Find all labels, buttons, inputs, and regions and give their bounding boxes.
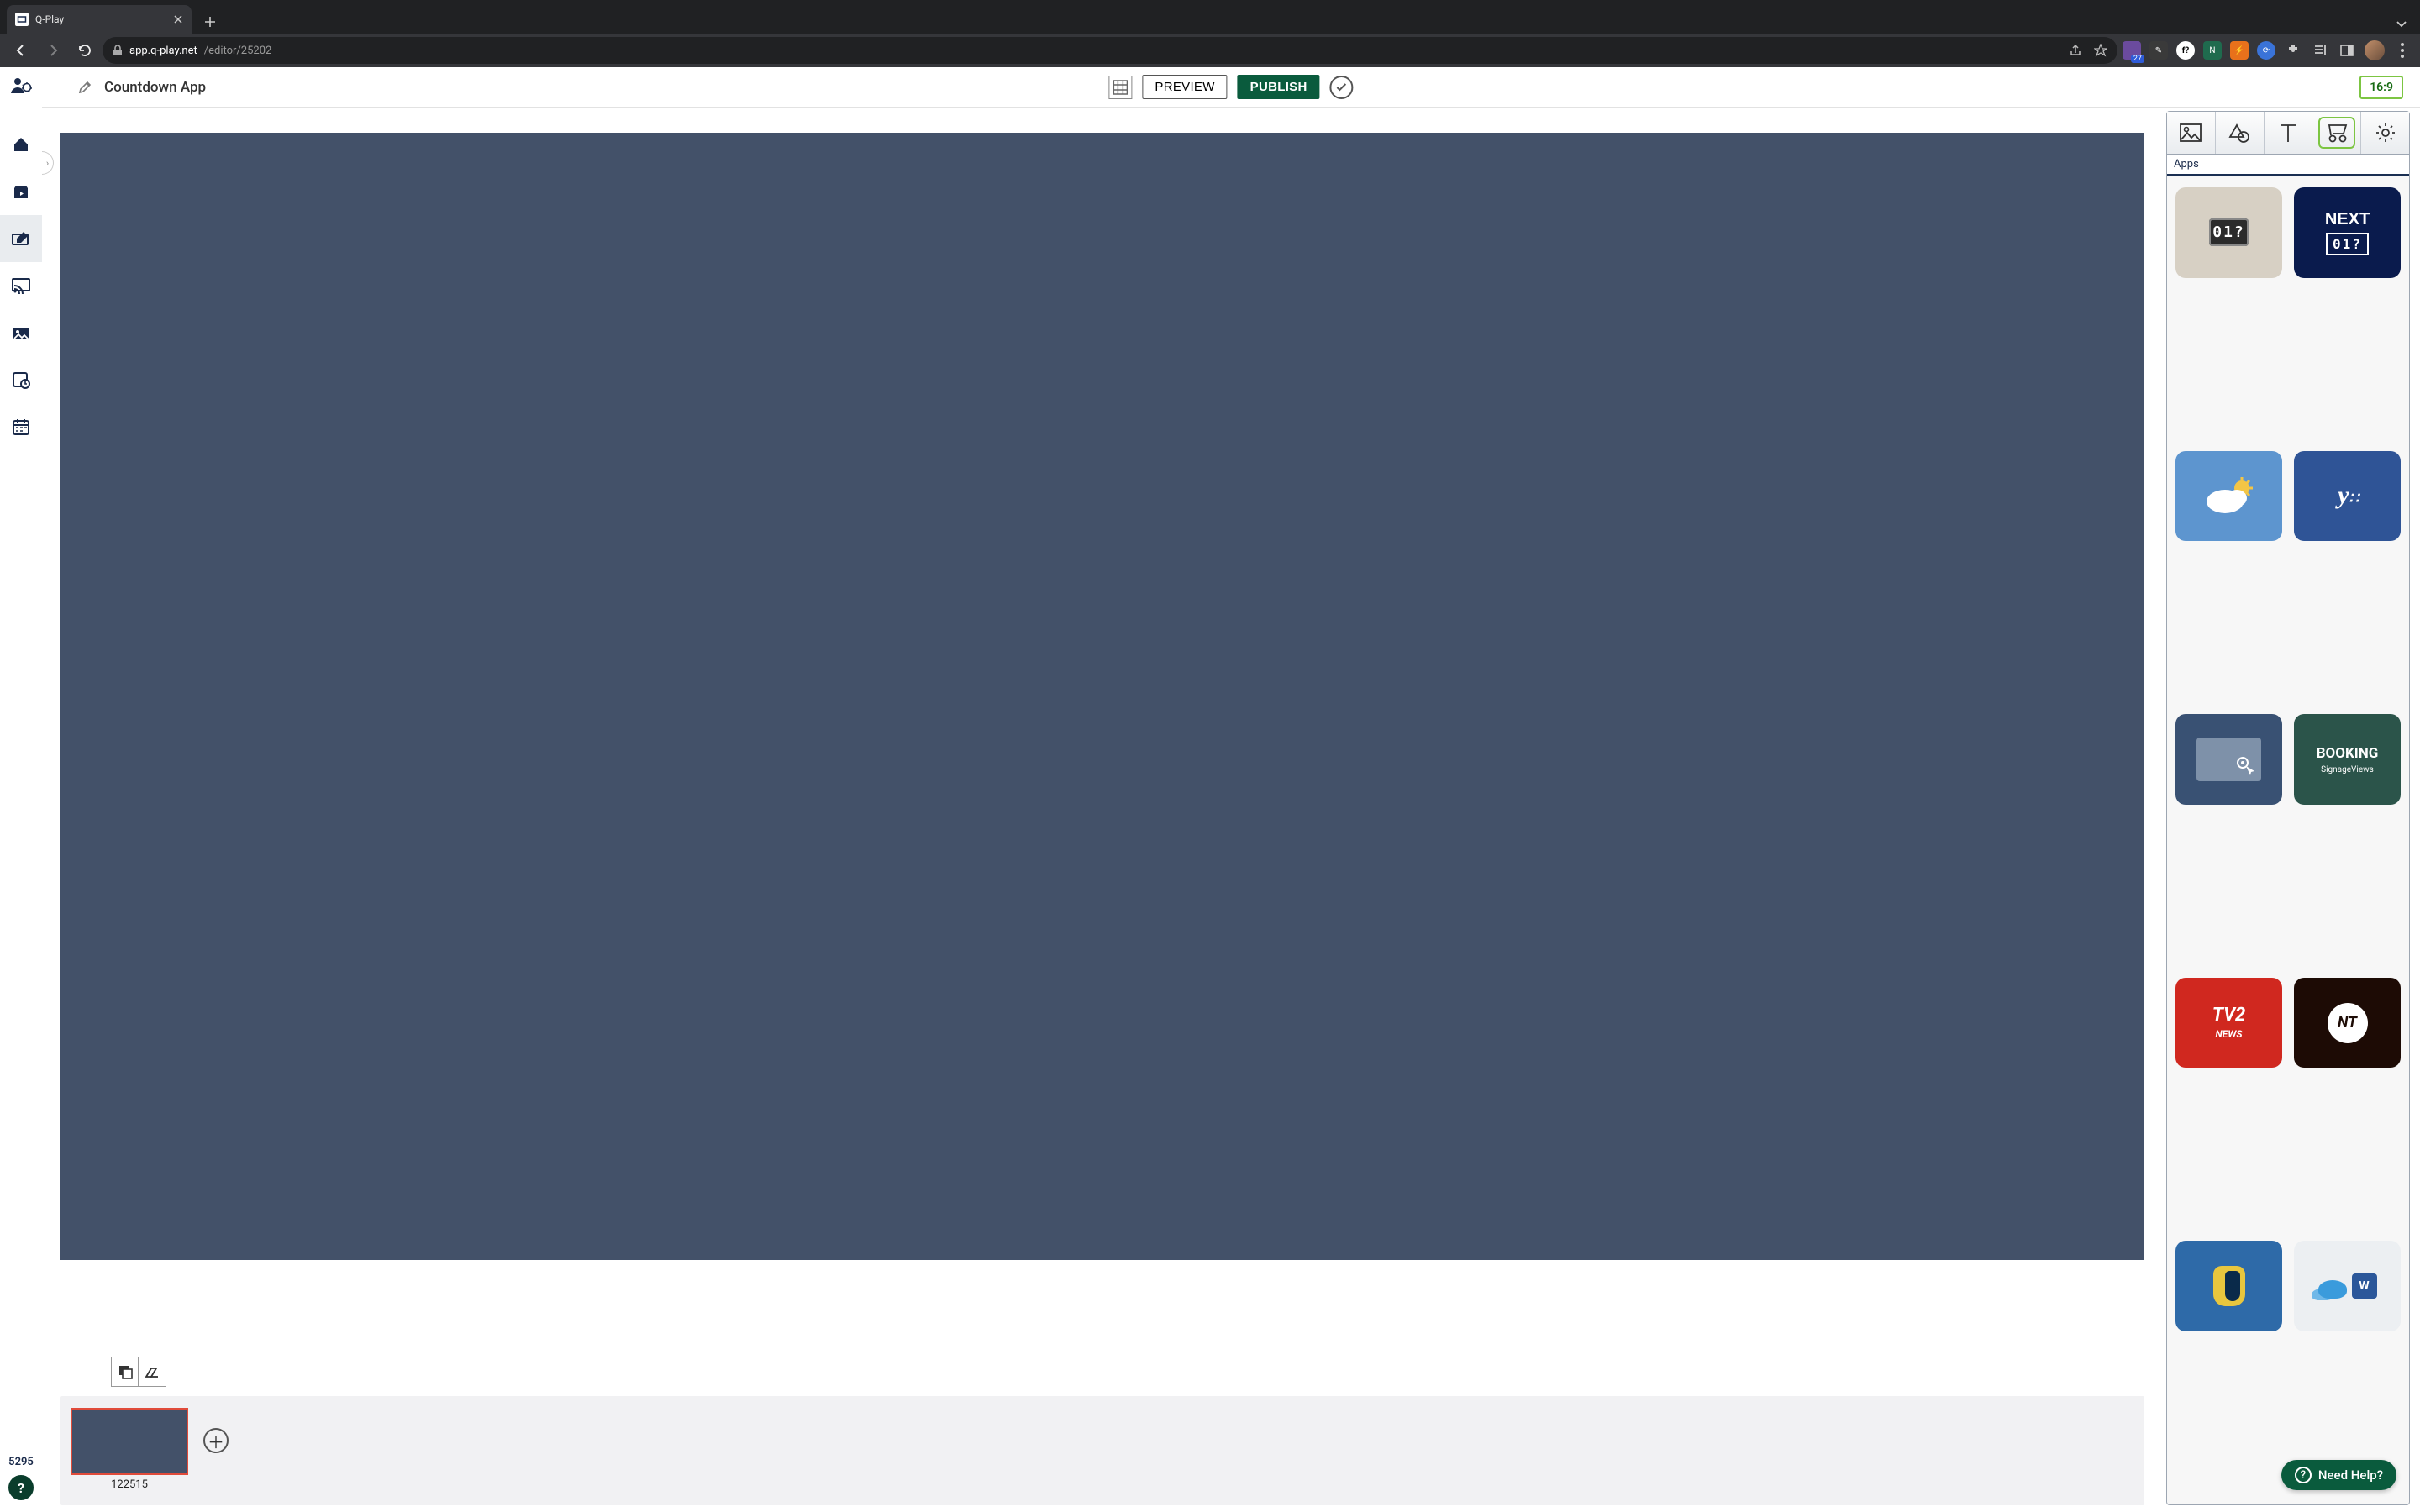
duplicate-slide-icon[interactable] bbox=[112, 1357, 139, 1386]
next-digits: 01? bbox=[2326, 233, 2369, 255]
word-icon: W bbox=[2352, 1273, 2377, 1299]
session-id: 5295 bbox=[8, 1456, 34, 1468]
tab-apps[interactable] bbox=[2312, 112, 2361, 154]
address-bar: app.q-play.net/editor/25202 ✎ f? N ⚡ ⟳ bbox=[0, 34, 2420, 67]
new-tab-button[interactable] bbox=[198, 10, 222, 34]
publish-button[interactable]: PUBLISH bbox=[1238, 75, 1320, 99]
close-tab-icon[interactable] bbox=[173, 14, 183, 24]
tab-images[interactable] bbox=[2167, 112, 2216, 154]
extension-blue[interactable]: ⟳ bbox=[2257, 41, 2275, 60]
right-panel: Apps 01? NEXT 01? bbox=[2166, 111, 2410, 1505]
main-area: Countdown App PREVIEW PUBLISH 16:9 bbox=[42, 67, 2420, 1512]
grid-toggle[interactable] bbox=[1108, 76, 1132, 99]
extension-n[interactable]: N bbox=[2203, 41, 2222, 60]
user-settings-icon[interactable] bbox=[3, 72, 39, 97]
reload-button[interactable] bbox=[71, 36, 99, 65]
nt-label: NT bbox=[2328, 1003, 2368, 1043]
slide-thumb-1[interactable]: 122515 bbox=[71, 1408, 188, 1491]
browser-chrome: Q-Play app.q-play.net/editor/25202 ✎ bbox=[0, 0, 2420, 67]
tab-settings[interactable] bbox=[2361, 112, 2409, 154]
slide-thumbnails: 122515 ＋ bbox=[60, 1396, 2144, 1505]
extensions-menu-icon[interactable] bbox=[2284, 41, 2302, 60]
tab-shapes[interactable] bbox=[2216, 112, 2265, 154]
app-tile-tv2news[interactable]: TV2 NEWS bbox=[2175, 978, 2282, 1068]
rail-editor[interactable] bbox=[0, 215, 42, 262]
office-icons: W bbox=[2318, 1273, 2377, 1299]
app-tile-nt[interactable]: NT bbox=[2294, 978, 2401, 1068]
rail-cast[interactable] bbox=[0, 262, 42, 309]
slide-thumb-label: 122515 bbox=[111, 1478, 148, 1491]
panel-section-title: Apps bbox=[2167, 155, 2409, 176]
url-host: app.q-play.net bbox=[129, 45, 197, 57]
booking-title: BOOKING bbox=[2317, 745, 2379, 762]
app-tile-idea[interactable] bbox=[2175, 1241, 2282, 1331]
back-button[interactable] bbox=[7, 36, 35, 65]
editor-canvas[interactable] bbox=[60, 133, 2144, 1260]
side-panel-icon[interactable] bbox=[2338, 41, 2356, 60]
help-fab[interactable]: ? bbox=[8, 1475, 34, 1500]
extension-orange[interactable]: ⚡ bbox=[2230, 41, 2249, 60]
apps-grid[interactable]: 01? NEXT 01? bbox=[2167, 176, 2409, 1504]
app-tile-office[interactable]: W bbox=[2294, 1241, 2401, 1331]
tab-title: Q-Play bbox=[35, 13, 64, 25]
url-path: /editor/25202 bbox=[204, 45, 272, 57]
bookmark-star-icon[interactable] bbox=[2094, 44, 2107, 57]
status-check-icon[interactable] bbox=[1330, 76, 1354, 99]
workspace: 122515 ＋ bbox=[42, 108, 2420, 1512]
idea-icon bbox=[2213, 1266, 2245, 1306]
counter-digits: 01? bbox=[2209, 218, 2249, 246]
need-help-button[interactable]: ? Need Help? bbox=[2281, 1460, 2396, 1490]
next-label: NEXT bbox=[2325, 210, 2370, 229]
tab-overflow-icon[interactable] bbox=[2395, 17, 2413, 34]
rail-media[interactable] bbox=[0, 168, 42, 215]
tab-favicon bbox=[15, 13, 29, 26]
extension-purple[interactable] bbox=[2123, 41, 2141, 60]
touch-icon bbox=[2196, 738, 2260, 781]
erase-slide-icon[interactable] bbox=[139, 1357, 166, 1386]
app-tile-yammer[interactable]: y∷ bbox=[2294, 451, 2401, 542]
onedrive-icon bbox=[2318, 1280, 2347, 1299]
app-tile-booking[interactable]: BOOKING SignageViews bbox=[2294, 714, 2401, 805]
tv2-sub: NEWS bbox=[2215, 1028, 2242, 1040]
app-tile-counter[interactable]: 01? bbox=[2175, 187, 2282, 278]
app-root: › 5295 ? bbox=[0, 67, 2420, 1512]
reading-list-icon[interactable] bbox=[2311, 41, 2329, 60]
url-field[interactable]: app.q-play.net/editor/25202 bbox=[103, 37, 2118, 64]
weather-icon bbox=[2200, 475, 2259, 517]
tab-strip: Q-Play bbox=[0, 0, 2420, 34]
tab-text[interactable] bbox=[2265, 112, 2313, 154]
add-slide-button[interactable]: ＋ bbox=[203, 1428, 229, 1453]
booking-sub: SignageViews bbox=[2321, 765, 2374, 774]
need-help-label: Need Help? bbox=[2318, 1467, 2383, 1483]
preview-button[interactable]: PREVIEW bbox=[1142, 75, 1227, 99]
canvas-tools bbox=[111, 1357, 166, 1387]
browser-tab[interactable]: Q-Play bbox=[7, 5, 192, 34]
app-tile-next[interactable]: NEXT 01? bbox=[2294, 187, 2401, 278]
forward-button[interactable] bbox=[39, 36, 67, 65]
slide-thumb-preview bbox=[71, 1408, 188, 1475]
yammer-glyph: y∷ bbox=[2338, 481, 2357, 510]
canvas-area: 122515 ＋ bbox=[42, 108, 2163, 1512]
design-title: Countdown App bbox=[104, 79, 206, 96]
help-icon: ? bbox=[2295, 1467, 2312, 1483]
share-icon[interactable] bbox=[2069, 44, 2082, 57]
profile-avatar[interactable] bbox=[2365, 40, 2385, 60]
editor-topbar: Countdown App PREVIEW PUBLISH 16:9 bbox=[42, 67, 2420, 108]
rename-icon[interactable] bbox=[77, 80, 92, 95]
extension-f[interactable]: f? bbox=[2176, 41, 2195, 60]
aspect-ratio-badge[interactable]: 16:9 bbox=[2360, 76, 2403, 99]
rail-home[interactable] bbox=[0, 121, 42, 168]
panel-tabs bbox=[2167, 112, 2409, 155]
side-rail: › 5295 ? bbox=[0, 67, 42, 1512]
app-tile-weather[interactable] bbox=[2175, 451, 2282, 542]
extension-wand[interactable]: ✎ bbox=[2149, 41, 2168, 60]
rail-images[interactable] bbox=[0, 309, 42, 356]
app-tile-touch[interactable] bbox=[2175, 714, 2282, 805]
rail-schedule[interactable] bbox=[0, 356, 42, 403]
rail-calendar[interactable] bbox=[0, 403, 42, 450]
lock-icon bbox=[113, 45, 123, 56]
browser-menu-icon[interactable] bbox=[2393, 43, 2412, 58]
tv2-title: TV2 bbox=[2212, 1006, 2246, 1025]
extensions-area: ✎ f? N ⚡ ⟳ bbox=[2121, 40, 2413, 60]
